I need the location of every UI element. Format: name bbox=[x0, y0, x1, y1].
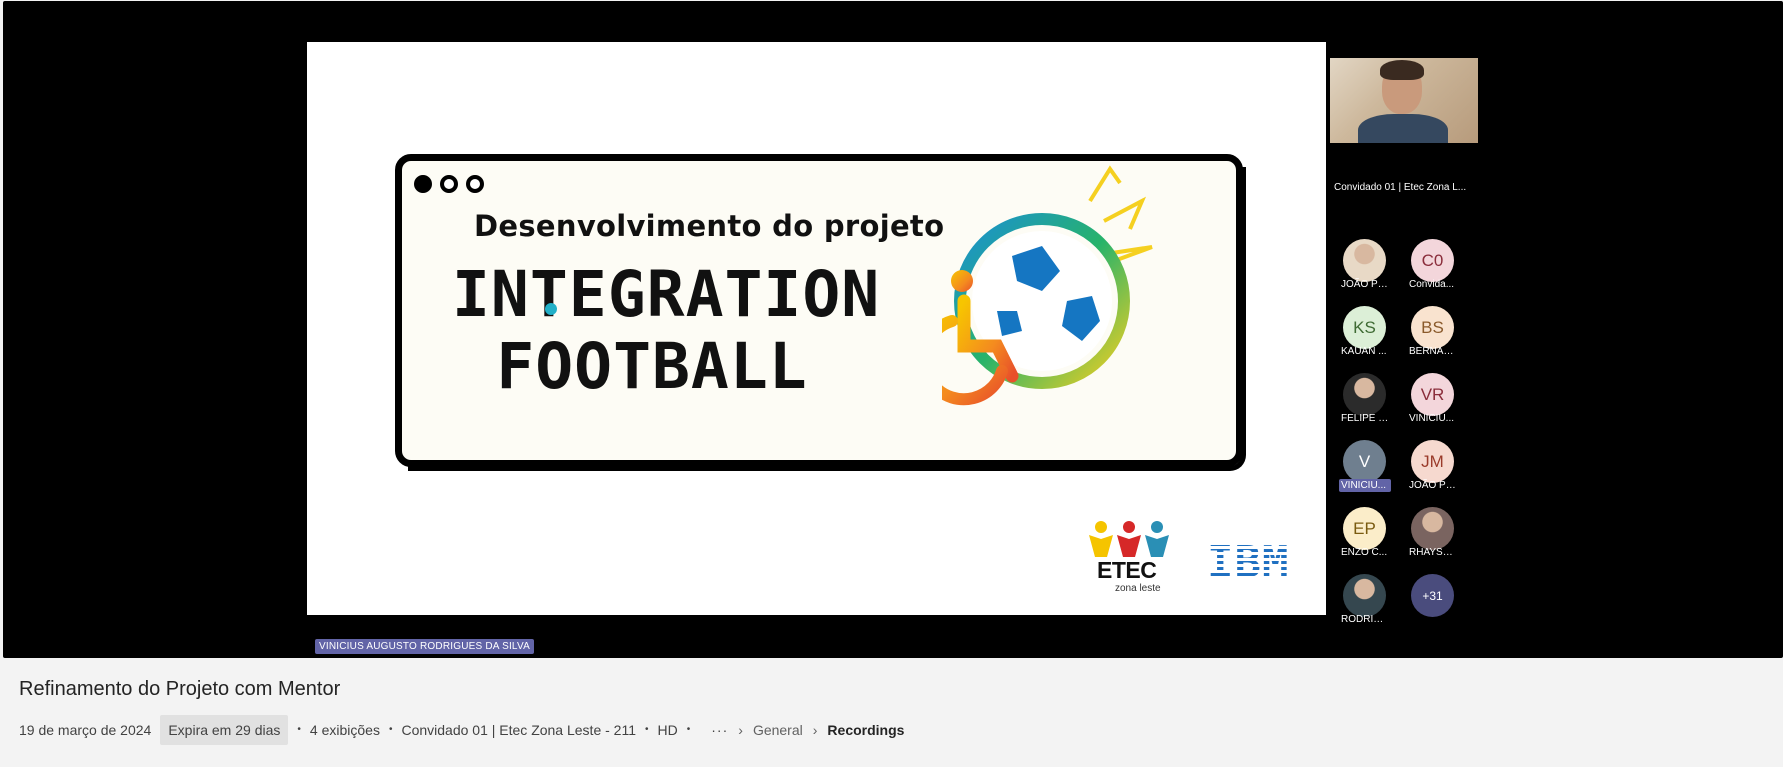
expiry-badge[interactable]: Expira em 29 dias bbox=[160, 714, 289, 745]
participant-tile[interactable]: EP ENZO C... bbox=[1341, 507, 1411, 558]
recording-owner: Convidado 01 | Etec Zona Leste - 211 bbox=[401, 721, 636, 738]
window-dots bbox=[414, 175, 484, 193]
participant-name: RHAYSS... bbox=[1409, 547, 1458, 558]
slide-subtitle: Desenvolvimento do projeto bbox=[474, 209, 945, 243]
participant-name: ENZO C... bbox=[1341, 547, 1388, 558]
camera-tile[interactable] bbox=[1330, 58, 1478, 143]
participant-grid: JOÃO PE... C0 Convida... KS KAUAN ... BS BERNA… bbox=[1339, 239, 1479, 625]
more-options-button[interactable]: ··· bbox=[711, 722, 728, 738]
participant-name: FELIPE VI... bbox=[1341, 413, 1391, 424]
participant-initials-avatar: JM bbox=[1411, 440, 1454, 483]
separator-dot: • bbox=[686, 724, 691, 735]
participant-tile[interactable]: C0 Convida... bbox=[1409, 239, 1479, 290]
presenter-name-tag: VINICIUS AUGUSTO RODRIGUES DA SILVA bbox=[315, 639, 534, 654]
ibm-logo: IBM bbox=[1207, 537, 1290, 588]
participant-tile[interactable]: RHAYSS... bbox=[1409, 507, 1479, 558]
quality-badge: HD bbox=[657, 721, 678, 738]
participant-initials-avatar: EP bbox=[1343, 507, 1386, 550]
video-player[interactable]: Desenvolvimento do projeto INTEGRATION F… bbox=[3, 1, 1783, 658]
etec-logo-sub: zona leste bbox=[1115, 583, 1161, 594]
pointer-cursor-icon bbox=[545, 303, 557, 315]
participant-name: KAUAN ... bbox=[1341, 346, 1387, 357]
inclusive-football-logo-icon bbox=[942, 165, 1153, 406]
breadcrumb-channel[interactable]: General bbox=[753, 722, 803, 738]
participant-name: VINICIU... bbox=[1409, 413, 1455, 424]
participant-photo-avatar bbox=[1343, 373, 1386, 416]
participant-name: JOÃO PE... bbox=[1409, 480, 1459, 491]
more-participants-count: +31 bbox=[1411, 574, 1454, 617]
breadcrumb-folder[interactable]: Recordings bbox=[827, 722, 904, 738]
separator-dot: • bbox=[388, 724, 393, 735]
participant-initials-avatar: V bbox=[1343, 440, 1386, 483]
slide-card: Desenvolvimento do projeto INTEGRATION F… bbox=[395, 154, 1246, 471]
participant-tile[interactable]: JOÃO PE... bbox=[1341, 239, 1411, 290]
participant-photo-avatar bbox=[1411, 507, 1454, 550]
recording-date: 19 de março de 2024 bbox=[19, 721, 152, 738]
slide-title: INTEGRATION FOOTBALL bbox=[452, 258, 881, 403]
participant-tile[interactable]: BS BERNAR... bbox=[1409, 306, 1479, 357]
participant-tile[interactable]: RODRIG... bbox=[1341, 574, 1411, 625]
participant-initials-avatar: C0 bbox=[1411, 239, 1454, 282]
chevron-right-icon: › bbox=[738, 721, 743, 738]
participant-tile[interactable]: V VINICIU... bbox=[1339, 440, 1411, 492]
chevron-right-icon: › bbox=[812, 721, 818, 738]
participant-initials-avatar: VR bbox=[1411, 373, 1454, 416]
participant-name: VINICIU... bbox=[1339, 479, 1391, 492]
sponsor-logos: ETEC zona leste IBM bbox=[1087, 517, 1307, 597]
participant-photo-avatar bbox=[1343, 239, 1386, 282]
more-participants-tile[interactable]: +31 bbox=[1411, 574, 1479, 621]
view-count: 4 exibições bbox=[309, 721, 380, 738]
participant-name: BERNAR... bbox=[1409, 346, 1459, 357]
participant-photo-avatar bbox=[1343, 574, 1386, 617]
participant-name: Convida... bbox=[1409, 279, 1455, 290]
participant-initials-avatar: KS bbox=[1343, 306, 1386, 349]
participant-name: RODRIG... bbox=[1341, 614, 1390, 625]
recording-title: Refinamento do Projeto com Mentor bbox=[19, 678, 341, 700]
participant-name: JOÃO PE... bbox=[1341, 279, 1391, 290]
separator-dot: • bbox=[645, 724, 649, 735]
separator-dot: • bbox=[297, 724, 301, 735]
shared-slide: Desenvolvimento do projeto INTEGRATION F… bbox=[307, 42, 1326, 615]
participant-tile[interactable]: JM JOÃO PE... bbox=[1409, 440, 1479, 491]
participant-tile[interactable]: FELIPE VI... bbox=[1341, 373, 1411, 424]
etec-logo: ETEC bbox=[1097, 557, 1157, 583]
participant-initials-avatar: BS bbox=[1411, 306, 1454, 349]
camera-participant-name: Convidado 01 | Etec Zona L... bbox=[1334, 182, 1467, 193]
participant-tile[interactable]: KS KAUAN ... bbox=[1341, 306, 1411, 357]
participant-tile[interactable]: VR VINICIU... bbox=[1409, 373, 1479, 424]
recording-meta-bar: 19 de março de 2024 Expira em 29 dias • … bbox=[19, 714, 904, 745]
